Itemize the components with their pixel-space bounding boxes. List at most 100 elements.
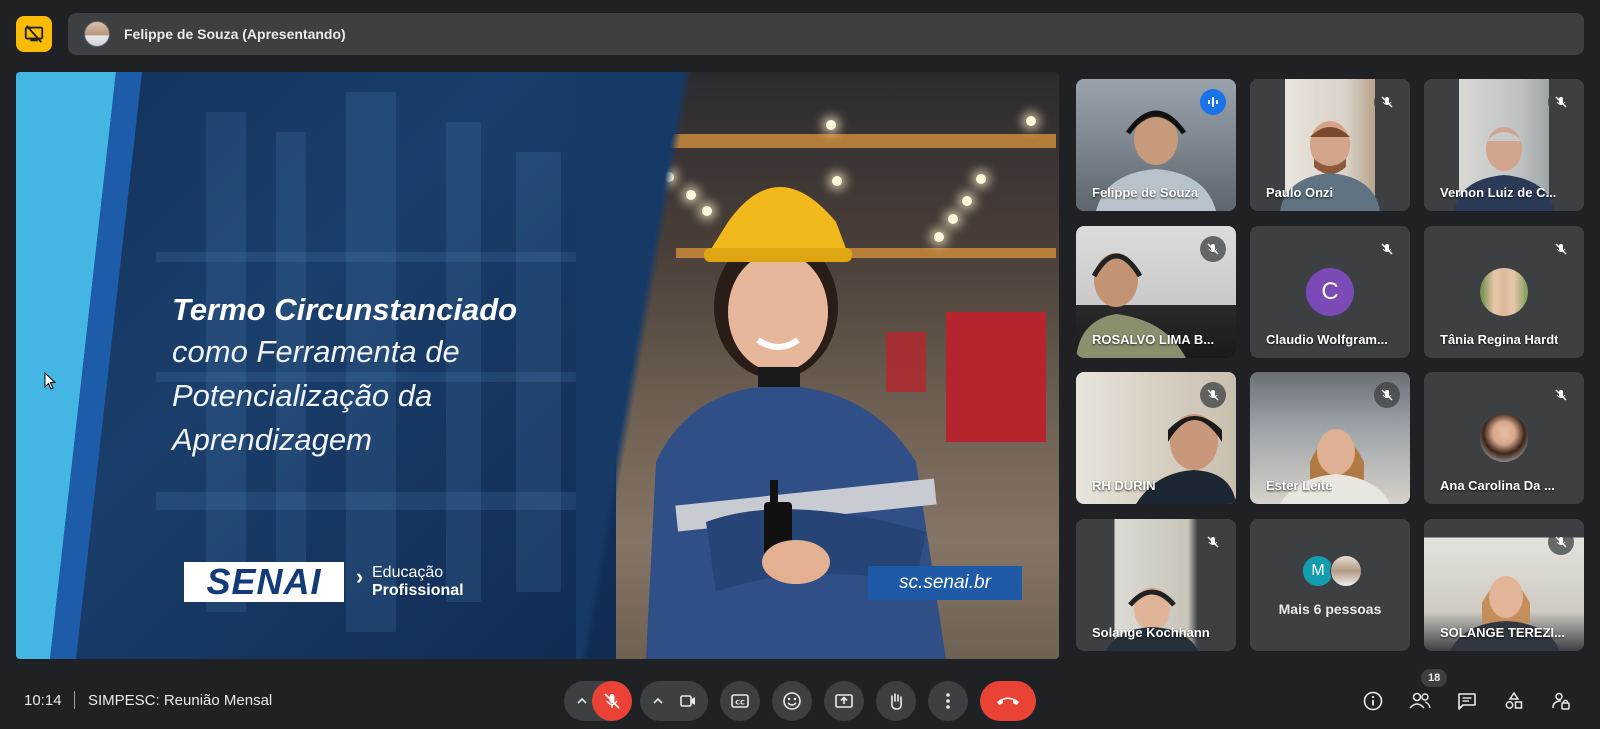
emoji-icon [783,692,801,710]
slide-title-line-1: como Ferramenta de [172,334,460,369]
top-bar: Felippe de Souza (Apresentando) [0,0,1600,68]
slide-title-line-2: Potencialização da [172,378,433,413]
svg-text:CC: CC [735,699,745,707]
participant-photo-avatar [1480,414,1528,462]
edu-line-2: Profissional [372,582,464,599]
leave-call-button[interactable] [980,681,1036,721]
participant-initial-avatar: C [1306,268,1354,316]
participant-tile[interactable]: Vernon Luiz de C... [1424,79,1584,211]
speaking-indicator [1200,89,1226,115]
more-vert-icon [946,693,950,709]
senai-logo-text: SENAI [206,561,322,602]
microphone-toggle-button[interactable] [592,681,632,721]
mic-off-icon [1555,389,1567,401]
participant-name: Felippe de Souza [1092,185,1199,200]
microphone-control [564,681,632,721]
chevron-up-icon [653,697,663,704]
participant-name: Paulo Onzi [1266,185,1334,200]
more-participants-avatars: M [1302,555,1372,589]
site-url: sc.senai.br [868,566,1022,600]
mic-off-indicator [1548,529,1574,555]
meet-window: Felippe de Souza (Apresentando) Termo Ci… [0,0,1600,729]
participant-name: Vernon Luiz de C... [1440,185,1557,200]
participant-tile[interactable]: Felippe de Souza [1076,79,1236,211]
mic-off-icon [1381,243,1393,255]
mic-off-indicator [1374,236,1400,262]
present-now-button[interactable] [824,681,864,721]
mic-off-icon [1207,536,1219,548]
participant-name: ROSALVO LIMA B... [1092,332,1215,347]
mic-off-indicator [1200,236,1226,262]
presenter-avatar [84,21,110,47]
meeting-time: 10:14 [24,692,62,709]
participant-tile[interactable]: Tânia Regina Hardt [1424,226,1584,358]
participant-tile[interactable]: Ana Carolina Da ... [1424,372,1584,504]
chevron-up-icon [577,697,587,704]
mic-off-indicator [1548,382,1574,408]
mic-off-icon [1207,389,1219,401]
meeting-title: SIMPESC: Reunião Mensal [88,692,273,709]
chevron-right-icon: › [356,564,364,589]
chat-button[interactable] [1451,685,1483,717]
participant-tile[interactable]: RH DURIN [1076,372,1236,504]
presenter-name: Felippe de Souza (Apresentando) [124,26,346,42]
presenter-banner[interactable]: Felippe de Souza (Apresentando) [68,13,1584,55]
hand-icon [891,693,902,710]
participant-name: SOLANGE TEREZI... [1440,625,1565,640]
senai-logo: SENAI [184,561,344,602]
mic-off-icon [604,693,620,709]
participant-tile[interactable]: Solange Kochhann [1076,519,1236,651]
participant-tile[interactable]: Ester Leite [1250,372,1410,504]
slide-title-line-3: Aprendizagem [172,422,372,457]
mic-off-indicator [1200,382,1226,408]
more-options-button[interactable] [928,681,968,721]
people-button[interactable] [1404,685,1436,717]
activities-button[interactable] [1498,685,1530,717]
info-icon [1363,691,1383,711]
cyan-stripe-decoration [16,72,142,659]
camera-control [640,681,708,721]
more-participants-tile[interactable]: M Mais 6 pessoas [1250,519,1410,651]
lock-person-icon [1552,692,1570,710]
video-camera-icon [680,695,695,707]
participant-name: Tânia Regina Hardt [1440,332,1559,347]
more-participants-label: Mais 6 pessoas [1278,601,1382,617]
participant-name: Solange Kochhann [1092,625,1210,640]
participant-name: Ester Leite [1266,478,1333,493]
participant-name: Claudio Wolfgram... [1266,332,1388,347]
reactions-button[interactable] [772,681,812,721]
presentation-slide: Termo Circunstanciado como Ferramenta de… [16,72,1059,659]
mic-off-icon [1381,96,1393,108]
present-screen-icon [835,694,853,708]
camera-toggle-button[interactable] [668,681,708,721]
participant-tile[interactable]: Paulo Onzi [1250,79,1410,211]
participant-tile[interactable]: SOLANGE TEREZI... [1424,519,1584,651]
mic-off-icon [1555,243,1567,255]
call-end-icon [997,697,1019,705]
mic-off-indicator [1548,236,1574,262]
participant-tile[interactable]: C Claudio Wolfgram... [1250,226,1410,358]
meeting-details-button[interactable] [1357,685,1389,717]
audio-level-icon [1208,97,1218,107]
participant-name: Ana Carolina Da ... [1440,478,1555,493]
participant-photo-avatar [1330,555,1362,587]
divider [74,691,75,709]
slide-title: Termo Circunstanciado como Ferramenta de… [172,290,632,462]
audio-options-button[interactable] [572,691,592,711]
mic-off-icon [1555,536,1567,548]
video-options-button[interactable] [648,691,668,711]
closed-captions-icon: CC [731,694,749,708]
edu-line-1: Educação [372,564,444,581]
mic-off-indicator [1548,89,1574,115]
stop-presenting-button[interactable] [16,16,52,52]
activities-shapes-icon [1505,691,1523,709]
participant-tile[interactable]: ROSALVO LIMA B... [1076,226,1236,358]
captions-button[interactable]: CC [720,681,760,721]
participant-name: RH DURIN [1092,478,1156,493]
raise-hand-button[interactable] [876,681,916,721]
stop-screen-share-icon [24,25,44,43]
host-controls-button[interactable] [1545,685,1577,717]
mic-off-indicator [1374,382,1400,408]
mouse-cursor-icon [44,372,56,390]
people-icon [1409,692,1431,709]
